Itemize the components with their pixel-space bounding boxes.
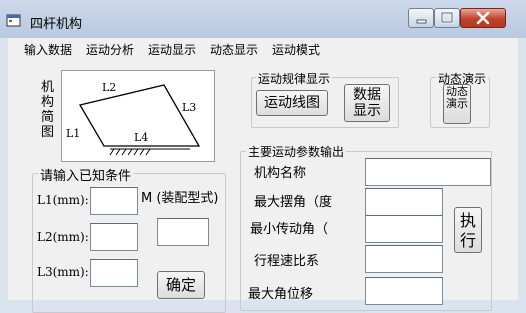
l1-label: L1(mm): bbox=[37, 193, 89, 207]
l3-input[interactable] bbox=[90, 259, 138, 287]
max-angular-displacement-label: 最大角位移 bbox=[248, 287, 314, 302]
min-transmission-angle-field[interactable] bbox=[365, 215, 443, 243]
window-title: 四杆机构 bbox=[30, 17, 83, 32]
four-bar-linkage-diagram: L2 L3 L1 L4 bbox=[66, 81, 201, 156]
dynamic-demo-button[interactable]: 动态演示 bbox=[443, 84, 471, 124]
minimize-button[interactable] bbox=[408, 8, 434, 28]
output-params-caption: 主要运动参数输出 bbox=[246, 143, 347, 160]
maximize-icon bbox=[440, 11, 454, 24]
mechanism-diagram: L2 L3 L1 L4 bbox=[61, 70, 215, 162]
link-l1-label: L1 bbox=[66, 127, 80, 140]
min-transmission-angle-label: 最小传动角（ bbox=[250, 222, 329, 237]
l2-input[interactable] bbox=[90, 223, 138, 251]
travel-ratio-label: 行程速比系 bbox=[254, 254, 320, 269]
menu-input-data[interactable]: 输入数据 bbox=[24, 41, 72, 58]
l3-label: L3(mm): bbox=[37, 265, 89, 279]
link-l4-label: L4 bbox=[134, 131, 148, 144]
mechanism-diagram-label: 机构简图 bbox=[40, 80, 54, 140]
close-button[interactable] bbox=[460, 8, 506, 28]
menu-bar: 输入数据 运动分析 运动显示 动态显示 运动模式 bbox=[8, 38, 518, 58]
motion-display-caption: 运动规律显示 bbox=[256, 70, 333, 87]
menu-motion-analysis[interactable]: 运动分析 bbox=[86, 41, 134, 58]
form-icon bbox=[6, 14, 21, 27]
mechanism-name-label: 机构名称 bbox=[254, 166, 307, 181]
menu-motion-display[interactable]: 运动显示 bbox=[148, 41, 196, 58]
mechanism-name-field[interactable] bbox=[365, 158, 491, 186]
l1-input[interactable] bbox=[90, 187, 138, 215]
motion-curve-button[interactable]: 运动线图 bbox=[256, 90, 328, 116]
link-l3-label: L3 bbox=[182, 101, 196, 114]
menu-motion-mode[interactable]: 运动模式 bbox=[272, 41, 320, 58]
l2-label: L2(mm): bbox=[37, 230, 89, 244]
max-swing-angle-label: 最大摆角（度 bbox=[254, 195, 333, 210]
input-conditions-caption: 请输入已知条件 bbox=[38, 165, 134, 184]
minimize-icon bbox=[416, 19, 427, 24]
data-display-button[interactable]: 数据显示 bbox=[344, 84, 390, 122]
execute-button[interactable]: 执行 bbox=[454, 207, 482, 253]
maximize-button[interactable] bbox=[434, 8, 460, 28]
max-angular-displacement-field[interactable] bbox=[365, 277, 443, 305]
assembly-type-input[interactable] bbox=[157, 218, 209, 246]
travel-ratio-field[interactable] bbox=[365, 245, 443, 273]
close-icon bbox=[476, 11, 490, 25]
menu-dynamic-display[interactable]: 动态显示 bbox=[210, 41, 258, 58]
max-swing-angle-field[interactable] bbox=[365, 188, 443, 216]
link-l2-label: L2 bbox=[102, 81, 116, 94]
assembly-type-label: M (装配型式) bbox=[141, 191, 219, 206]
confirm-button[interactable]: 确定 bbox=[157, 271, 205, 299]
